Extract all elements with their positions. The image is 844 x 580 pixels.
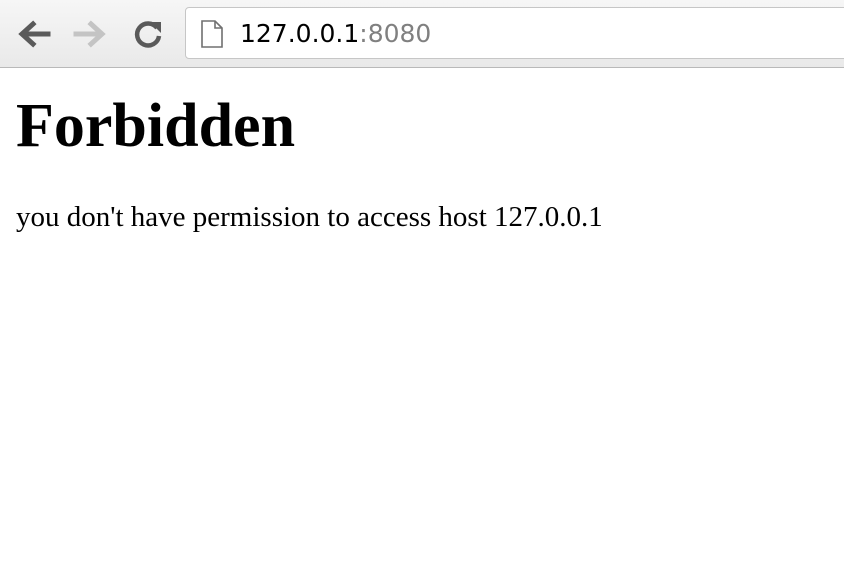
- url-host: 127.0.0.1: [240, 19, 360, 48]
- browser-toolbar: 127.0.0.1:8080: [0, 0, 844, 68]
- back-button[interactable]: [16, 18, 52, 50]
- page-icon: [201, 20, 223, 48]
- page-title: Forbidden: [16, 92, 296, 160]
- arrow-right-icon: [73, 20, 106, 48]
- reload-button[interactable]: [130, 18, 166, 50]
- forward-button[interactable]: [72, 18, 108, 50]
- arrow-left-icon: [18, 20, 51, 48]
- error-message: you don't have permission to access host…: [16, 201, 603, 233]
- url-port: :8080: [359, 19, 432, 48]
- reload-icon: [134, 21, 162, 48]
- address-bar[interactable]: 127.0.0.1:8080: [185, 7, 844, 59]
- url-text[interactable]: 127.0.0.1:8080: [240, 18, 431, 50]
- page-content: Forbidden you don't have permission to a…: [16, 68, 826, 234]
